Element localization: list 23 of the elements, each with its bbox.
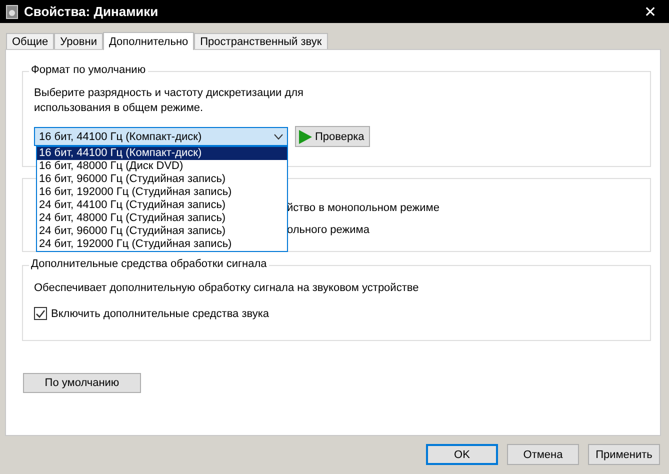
dialog-button[interactable]: Применить — [588, 444, 660, 465]
dialog-button[interactable]: Отмена — [507, 444, 579, 465]
default-button[interactable]: По умолчанию — [23, 373, 141, 393]
format-dropdown[interactable]: 16 бит, 44100 Гц (Компакт-диск) — [34, 127, 288, 146]
test-button[interactable]: Проверка — [295, 126, 370, 147]
close-button[interactable]: ✕ — [640, 2, 661, 20]
checkbox-label: Включить дополнительные средства звука — [51, 308, 270, 320]
dialog-button[interactable]: OK — [426, 444, 498, 465]
tab[interactable]: Дополнительно — [102, 32, 194, 50]
tab[interactable]: Общие — [6, 33, 54, 49]
tab[interactable]: Уровни — [54, 33, 103, 49]
option-text: йство в монопольном режиме — [287, 201, 440, 216]
checkbox[interactable] — [34, 307, 47, 320]
description-text: Выберите разрядность и частоту дискретизации для использования в общем режиме. — [34, 86, 305, 116]
dropdown-option[interactable]: 16 бит, 44100 Гц (Компакт-диск) — [37, 147, 287, 160]
chevron-icon — [274, 134, 283, 140]
group-title: Дополнительные средства обработки сигнала — [29, 258, 269, 270]
tab[interactable]: Пространственный звук — [194, 33, 328, 49]
group-title: Формат по умолчанию — [29, 64, 148, 76]
description-text: Обеспечивает дополнительную обработку сигнала на звуковом устройстве — [34, 282, 420, 294]
window-title: Свойства: Динамики — [24, 4, 160, 19]
play-icon — [298, 130, 312, 144]
option-text: ольного режима — [287, 223, 370, 238]
